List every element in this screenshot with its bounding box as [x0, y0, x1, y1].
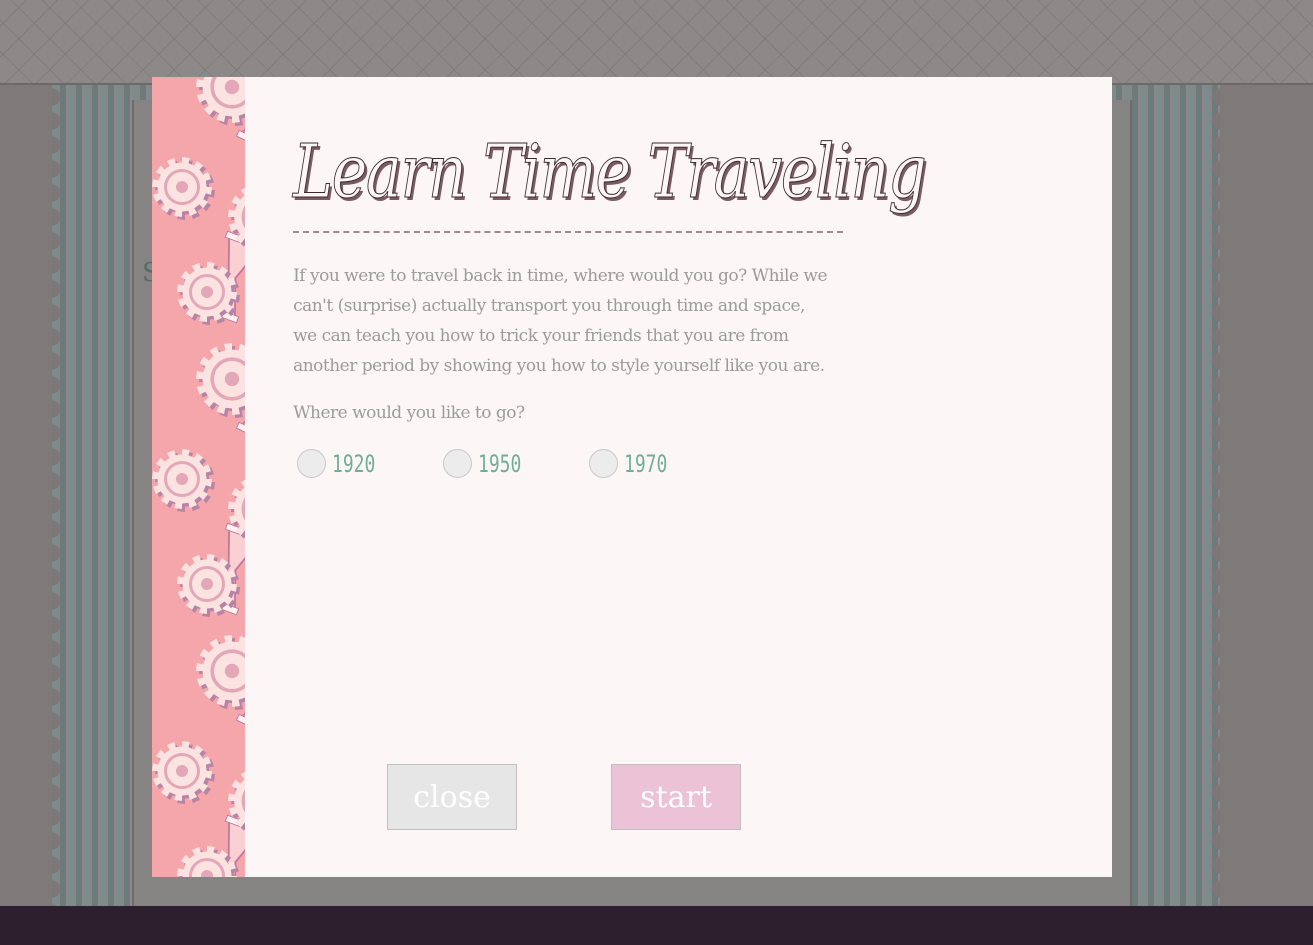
close-button[interactable]: close — [387, 764, 518, 830]
title-divider — [293, 231, 844, 233]
option-label-1920: 1920 — [332, 449, 376, 478]
modal-description: If you were to travel back in time, wher… — [293, 266, 828, 376]
radio-1950[interactable] — [443, 449, 473, 478]
modal-title: Learn Time Traveling — [293, 129, 928, 215]
option-label-1970: 1970 — [624, 449, 668, 478]
option-1920[interactable]: 1920 — [297, 449, 443, 478]
option-1950[interactable]: 1950 — [443, 449, 589, 478]
option-1970[interactable]: 1970 — [589, 449, 735, 478]
destination-question: Where would you like to go? — [293, 403, 525, 423]
era-options: 1920 1950 1970 — [293, 449, 1064, 478]
time-travel-modal: Learn Time Traveling If you were to trav… — [152, 77, 1112, 877]
background-header — [0, 0, 1313, 85]
gears-pattern — [152, 77, 246, 877]
background-scallop-left — [52, 85, 82, 907]
radio-1920[interactable] — [297, 449, 327, 478]
background-scallop-right — [1190, 85, 1220, 907]
start-button[interactable]: start — [611, 764, 742, 830]
gears-hourglass-artwork — [152, 77, 246, 877]
radio-1970[interactable] — [589, 449, 619, 478]
bottom-bar — [0, 906, 1313, 945]
option-label-1950: 1950 — [478, 449, 522, 478]
modal-content: Learn Time Traveling If you were to trav… — [245, 77, 1112, 877]
